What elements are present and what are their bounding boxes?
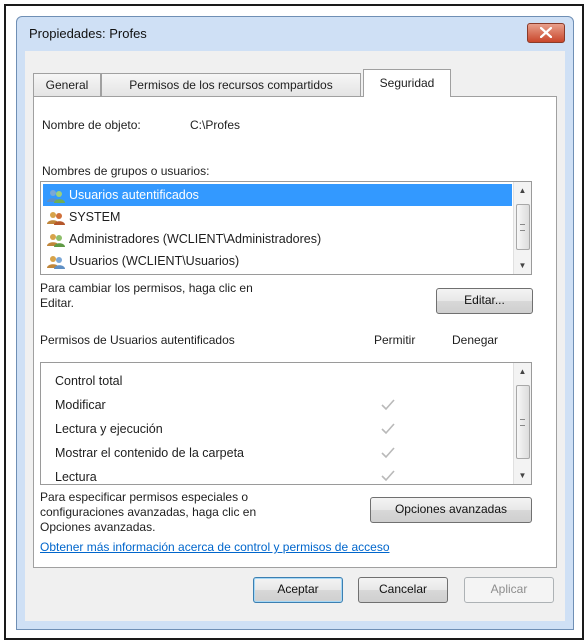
group-item-label: SYSTEM [69, 210, 121, 224]
check-icon [381, 470, 395, 482]
dialog-client-area: General Permisos de los recursos compart… [25, 51, 565, 621]
screenshot-frame: Propiedades: Profes General Permisos de … [4, 4, 584, 640]
scroll-down-arrow-icon[interactable]: ▼ [514, 467, 531, 484]
apply-button[interactable]: Aplicar [464, 577, 554, 603]
close-button[interactable] [527, 23, 565, 43]
advanced-hint: Para especificar permisos especiales o c… [40, 490, 257, 534]
group-item-system[interactable]: SYSTEM [43, 206, 120, 228]
users-icon [47, 211, 65, 225]
cancel-button[interactable]: Cancelar [358, 577, 448, 603]
advanced-options-button[interactable]: Opciones avanzadas [370, 497, 532, 523]
group-item-label: Administradores (WCLIENT\Administradores… [69, 232, 322, 246]
permission-row: Mostrar el contenido de la carpeta [55, 446, 244, 460]
permission-row: Lectura y ejecución [55, 422, 163, 436]
groups-listbox[interactable]: Usuarios autentificados SYSTEM Administr… [40, 181, 532, 275]
scroll-up-arrow-icon[interactable]: ▲ [514, 182, 531, 199]
users-icon [47, 189, 65, 203]
scroll-down-arrow-icon[interactable]: ▼ [514, 257, 531, 274]
group-item-usuarios[interactable]: Usuarios (WCLIENT\Usuarios) [43, 250, 239, 272]
group-item-usuarios-autentificados[interactable]: Usuarios autentificados [43, 184, 512, 206]
check-icon [381, 399, 395, 411]
tab-shared-permissions[interactable]: Permisos de los recursos compartidos [101, 73, 361, 96]
users-icon [47, 233, 65, 247]
users-icon [47, 255, 65, 269]
window-title: Propiedades: Profes [29, 26, 147, 41]
object-name-value: C:\Profes [190, 118, 241, 132]
edit-hint: Para cambiar los permisos, haga clic en … [40, 281, 253, 310]
ok-button[interactable]: Aceptar [253, 577, 343, 603]
deny-column-header: Denegar [452, 333, 499, 347]
access-control-help-link[interactable]: Obtener más información acerca de contro… [40, 540, 390, 554]
check-icon [381, 447, 395, 459]
permissions-scroll-thumb[interactable] [516, 385, 530, 459]
permissions-label: Permisos de Usuarios autentificados [40, 333, 235, 347]
tab-general[interactable]: General [33, 73, 101, 96]
scroll-up-arrow-icon[interactable]: ▲ [514, 363, 531, 380]
properties-dialog: Propiedades: Profes General Permisos de … [16, 16, 574, 630]
group-item-label: Usuarios autentificados [69, 188, 199, 202]
permissions-listbox: Control total Modificar Lectura y ejecuc… [40, 362, 532, 485]
groups-scrollbar[interactable]: ▲ ▼ [513, 182, 531, 274]
title-bar: Propiedades: Profes [17, 17, 573, 51]
tab-security[interactable]: Seguridad [363, 69, 451, 97]
groups-scroll-thumb[interactable] [516, 204, 530, 250]
group-item-administradores[interactable]: Administradores (WCLIENT\Administradores… [43, 228, 321, 250]
object-name-label: Nombre de objeto: [42, 118, 141, 132]
permission-row: Control total [55, 374, 123, 388]
check-icon [381, 423, 395, 435]
permission-row: Lectura [55, 470, 97, 484]
groups-label: Nombres de grupos o usuarios: [42, 164, 210, 178]
permissions-scrollbar[interactable]: ▲ ▼ [513, 363, 531, 484]
edit-button[interactable]: Editar... [436, 288, 533, 314]
group-item-label: Usuarios (WCLIENT\Usuarios) [69, 254, 240, 268]
close-icon [540, 27, 552, 38]
security-tab-panel: Nombre de objeto: C:\Profes Nombres de g… [33, 96, 557, 568]
permission-row: Modificar [55, 398, 106, 412]
allow-column-header: Permitir [374, 333, 416, 347]
